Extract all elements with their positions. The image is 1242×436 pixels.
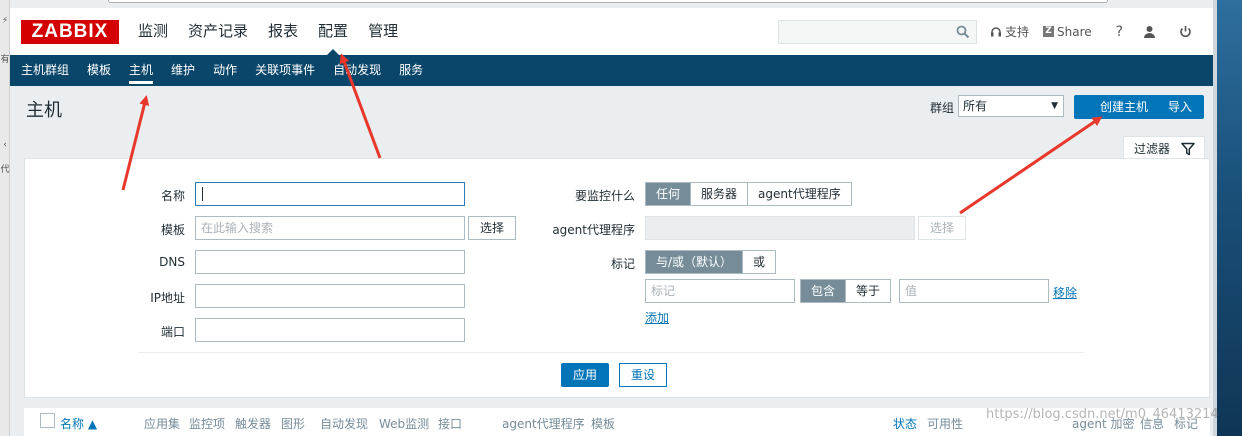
csdn-watermark: https://blog.csdn.net/m0_46413214 [986, 407, 1219, 422]
text-cursor [202, 187, 203, 201]
filter-divider [138, 352, 1084, 353]
page-title: 主机 [26, 100, 62, 121]
help-icon[interactable]: ? [1116, 24, 1123, 40]
page-header: 主机 群组 所有 ▼ 创建主机 导入 [24, 88, 1209, 126]
submenu-item-event-correlation[interactable]: 关联项事件 [255, 55, 315, 86]
logout-icon[interactable] [1179, 25, 1195, 38]
port-label: 端口 [160, 325, 185, 339]
left-strip-glyph: ‹ [3, 140, 7, 150]
submenu-item-discovery[interactable]: 自动发现 [333, 55, 381, 86]
column-availability: 可用性 [927, 417, 964, 431]
tags-mode-and-or[interactable]: 与/或（默认） [646, 251, 744, 273]
tag-operator-equals[interactable]: 等于 [846, 280, 890, 302]
header-links: 支持 Z Share ? [990, 8, 1209, 55]
group-label: 群组 [930, 101, 955, 115]
template-label: 模板 [160, 223, 185, 237]
left-strip-glyph: ⚡ [1, 16, 9, 26]
monitored-by-server[interactable]: 服务器 [691, 183, 749, 205]
column-discovery: 自动发现 [320, 417, 369, 431]
column-triggers: 触发器 [235, 417, 272, 431]
tag-operator-segmented: 包含 等于 [800, 279, 892, 303]
group-select-value: 所有 [963, 99, 988, 113]
dns-input[interactable] [195, 250, 465, 274]
user-profile-icon[interactable] [1143, 25, 1159, 38]
select-all-checkbox[interactable] [40, 413, 55, 428]
tag-value-input[interactable]: 值 [899, 279, 1049, 303]
adjacent-window-strip: ⚡ 有 ‹ 代 [0, 0, 10, 436]
column-proxy: agent代理程序 [502, 417, 585, 431]
zabbix-app: ZABBIX 监测 资产记录 报表 配置 管理 支持 Z Share ? 主机群… [10, 0, 1213, 436]
top-header: ZABBIX 监测 资产记录 报表 配置 管理 支持 Z Share ? [10, 8, 1213, 55]
main-menu: 监测 资产记录 报表 配置 管理 [138, 8, 418, 55]
tags-mode-segmented: 与/或（默认） 或 [645, 250, 777, 274]
apply-button[interactable]: 应用 [561, 363, 609, 387]
name-input[interactable] [195, 182, 465, 206]
configuration-submenu: 主机群组 模板 主机 维护 动作 关联项事件 自动发现 服务 [10, 55, 1213, 86]
column-interface: 接口 [438, 417, 463, 431]
submenu-item-services[interactable]: 服务 [399, 55, 423, 86]
column-graphs: 图形 [281, 417, 306, 431]
group-select[interactable]: 所有 ▼ [958, 95, 1064, 117]
submenu-item-actions[interactable]: 动作 [213, 55, 237, 86]
tag-operator-contains[interactable]: 包含 [801, 280, 847, 302]
left-strip-glyph: 代 [0, 165, 10, 175]
name-label: 名称 [160, 189, 185, 203]
import-button[interactable]: 导入 [1156, 95, 1204, 119]
template-select-button[interactable]: 选择 [468, 216, 516, 240]
submenu-item-hosts[interactable]: 主机 [129, 55, 154, 86]
column-templates: 模板 [591, 417, 616, 431]
share-label: Share [1057, 24, 1092, 39]
monitored-by-any[interactable]: 任何 [646, 183, 692, 205]
ip-input[interactable] [195, 284, 465, 308]
browser-address-bar-edge [108, 0, 1108, 3]
share-z-icon: Z [1043, 26, 1055, 37]
column-applications: 应用集 [144, 417, 181, 431]
left-strip-glyph: 有 [0, 55, 10, 65]
headset-icon [991, 26, 1001, 36]
main-menu-item-inventory[interactable]: 资产记录 [188, 8, 248, 55]
tags-label: 标记 [610, 257, 635, 271]
reset-button[interactable]: 重设 [619, 363, 667, 387]
submenu-item-templates[interactable]: 模板 [87, 55, 111, 86]
proxy-select-button[interactable]: 选择 [918, 216, 966, 240]
monitored-by-proxy[interactable]: agent代理程序 [748, 183, 851, 205]
main-menu-item-configuration[interactable]: 配置 [318, 8, 348, 55]
tags-mode-or[interactable]: 或 [743, 251, 775, 273]
search-input[interactable] [779, 21, 949, 43]
monitored-by-segmented: 任何 服务器 agent代理程序 [645, 182, 852, 206]
template-search-input[interactable]: 在此输入搜索 [195, 216, 465, 240]
submenu-item-host-groups[interactable]: 主机群组 [21, 55, 69, 86]
chevron-down-icon: ▼ [1051, 101, 1058, 111]
column-name[interactable]: 名称 ▲ [60, 415, 97, 432]
desktop-background-strip [1213, 0, 1242, 436]
ip-label: IP地址 [150, 291, 185, 305]
monitored-by-label: 要监控什么 [574, 189, 635, 203]
filter-funnel-icon [1181, 142, 1195, 156]
column-items: 监控项 [189, 417, 226, 431]
add-tag-link[interactable]: 添加 [645, 309, 669, 326]
proxy-label: agent代理程序 [552, 223, 635, 237]
support-label: 支持 [1005, 25, 1030, 39]
main-menu-item-reports[interactable]: 报表 [268, 8, 298, 55]
filter-tab-label: 过滤器 [1134, 142, 1171, 156]
zabbix-logo[interactable]: ZABBIX [21, 20, 119, 44]
tag-name-input[interactable]: 标记 [645, 279, 795, 303]
column-web: Web监测 [379, 417, 430, 431]
main-menu-item-monitoring[interactable]: 监测 [138, 8, 168, 55]
global-search [778, 20, 977, 44]
submenu-item-maintenance[interactable]: 维护 [171, 55, 195, 86]
main-menu-item-administration[interactable]: 管理 [368, 8, 398, 55]
search-icon[interactable] [956, 25, 970, 39]
column-status[interactable]: 状态 [893, 415, 917, 432]
dns-label: DNS [159, 255, 185, 269]
filter-tab[interactable]: 过滤器 [1123, 136, 1205, 160]
support-link[interactable]: 支持 [990, 23, 1029, 40]
share-link[interactable]: Z Share [1043, 25, 1092, 39]
proxy-input[interactable] [645, 216, 915, 240]
port-input[interactable] [195, 318, 465, 342]
remove-tag-link[interactable]: 移除 [1053, 284, 1077, 301]
